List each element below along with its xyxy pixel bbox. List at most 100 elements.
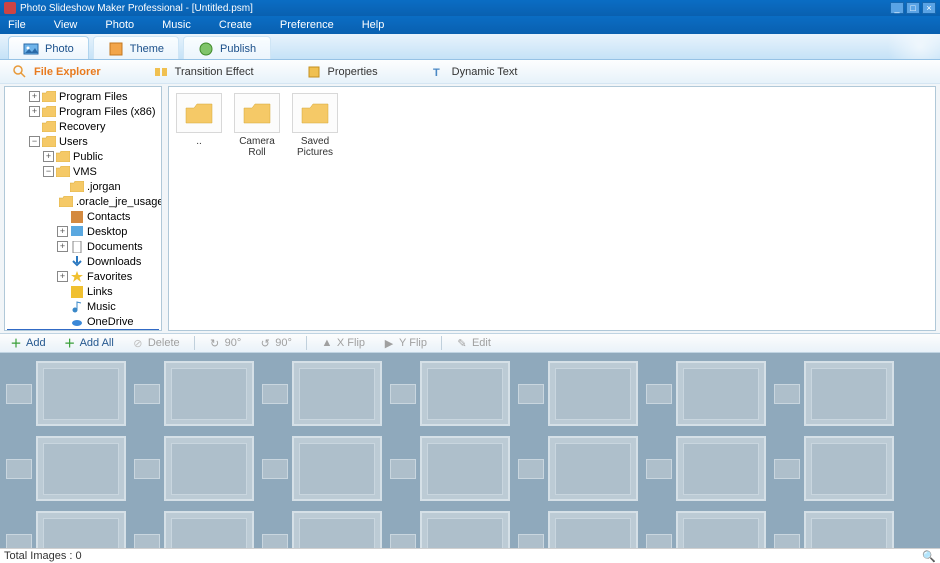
yflip-button[interactable]: ▶Y Flip [379, 337, 431, 349]
slide-placeholder [164, 436, 254, 501]
timeline-slot[interactable] [774, 361, 894, 426]
status-text: Total Images : 0 [4, 550, 82, 562]
timeline-slot[interactable] [390, 436, 510, 501]
rotate-left-button[interactable]: ↺90° [255, 337, 296, 349]
tab-publish-label: Publish [220, 43, 256, 55]
tree-jorgan[interactable]: .jorgan [7, 179, 159, 194]
slide-placeholder [548, 511, 638, 548]
subtab-file-explorer[interactable]: File Explorer [12, 64, 101, 80]
timeline-slot[interactable] [390, 511, 510, 548]
menu-help[interactable]: Help [362, 19, 385, 31]
separator [194, 336, 195, 350]
downloads-icon [70, 256, 84, 268]
maximize-button[interactable]: □ [906, 2, 920, 14]
menu-view[interactable]: View [54, 19, 78, 31]
slide-placeholder [676, 361, 766, 426]
folder-tree[interactable]: +Program Files +Program Files (x86) Reco… [4, 86, 162, 331]
transition-placeholder [134, 534, 160, 549]
tree-users[interactable]: −Users [7, 134, 159, 149]
folder-saved-pictures[interactable]: Saved Pictures [291, 93, 339, 158]
timeline[interactable] [0, 353, 940, 548]
timeline-slot[interactable] [518, 511, 638, 548]
tree-documents[interactable]: +Documents [7, 239, 159, 254]
menu-file[interactable]: File [8, 19, 26, 31]
timeline-slot[interactable] [134, 361, 254, 426]
tree-pictures[interactable]: −Pictures [7, 329, 159, 331]
add-all-button[interactable]: ＋Add All [60, 337, 118, 349]
timeline-slot[interactable] [262, 511, 382, 548]
slide-placeholder [36, 436, 126, 501]
tree-downloads[interactable]: Downloads [7, 254, 159, 269]
tree-program-files-x86[interactable]: +Program Files (x86) [7, 104, 159, 119]
timeline-slot[interactable] [646, 361, 766, 426]
tree-vms[interactable]: −VMS [7, 164, 159, 179]
timeline-slot[interactable] [134, 436, 254, 501]
subtab-file-explorer-label: File Explorer [34, 66, 101, 78]
tab-photo[interactable]: Photo [8, 36, 89, 60]
transition-placeholder [134, 384, 160, 404]
timeline-slot[interactable] [646, 436, 766, 501]
subtab-transition[interactable]: Transition Effect [153, 64, 254, 80]
timeline-slot[interactable] [262, 436, 382, 501]
tab-publish[interactable]: Publish [183, 36, 271, 60]
separator [306, 336, 307, 350]
timeline-slot[interactable] [6, 361, 126, 426]
tree-links[interactable]: Links [7, 284, 159, 299]
documents-icon [70, 241, 84, 253]
transition-placeholder [646, 459, 672, 479]
timeline-slot[interactable] [6, 436, 126, 501]
main-area: +Program Files +Program Files (x86) Reco… [0, 84, 940, 333]
tree-public[interactable]: +Public [7, 149, 159, 164]
edit-button[interactable]: ✎Edit [452, 337, 495, 349]
tree-program-files[interactable]: +Program Files [7, 89, 159, 104]
slide-placeholder [292, 436, 382, 501]
delete-button[interactable]: ⊘Delete [128, 337, 184, 349]
menu-preference[interactable]: Preference [280, 19, 334, 31]
timeline-slot[interactable] [6, 511, 126, 548]
tree-music[interactable]: Music [7, 299, 159, 314]
ribbon: Photo Theme Publish [0, 34, 940, 60]
folder-camera-roll[interactable]: Camera Roll [233, 93, 281, 158]
transition-placeholder [646, 384, 672, 404]
tree-favorites[interactable]: +Favorites [7, 269, 159, 284]
menu-photo[interactable]: Photo [105, 19, 134, 31]
timeline-slot[interactable] [518, 436, 638, 501]
rotate-right-button[interactable]: ↻90° [205, 337, 246, 349]
timeline-toolbar: ＋Add ＋Add All ⊘Delete ↻90° ↺90° ▲X Flip … [0, 333, 940, 353]
tree-recovery[interactable]: Recovery [7, 119, 159, 134]
edit-icon: ✎ [456, 337, 468, 349]
timeline-slot[interactable] [390, 361, 510, 426]
tree-contacts[interactable]: Contacts [7, 209, 159, 224]
menu-music[interactable]: Music [162, 19, 191, 31]
slide-placeholder [420, 361, 510, 426]
timeline-slot[interactable] [262, 361, 382, 426]
xflip-button[interactable]: ▲X Flip [317, 337, 369, 349]
transition-placeholder [262, 384, 288, 404]
timeline-slot[interactable] [646, 511, 766, 548]
menu-create[interactable]: Create [219, 19, 252, 31]
timeline-row [6, 511, 934, 548]
close-button[interactable]: × [922, 2, 936, 14]
tree-oracle[interactable]: .oracle_jre_usage [7, 194, 159, 209]
folder-up[interactable]: .. [175, 93, 223, 147]
minimize-button[interactable]: _ [890, 2, 904, 14]
add-button[interactable]: ＋Add [6, 337, 50, 349]
timeline-slot[interactable] [518, 361, 638, 426]
xflip-icon: ▲ [321, 337, 333, 349]
zoom-icon[interactable]: 🔍 [922, 550, 936, 563]
timeline-slot[interactable] [134, 511, 254, 548]
tab-theme[interactable]: Theme [93, 36, 179, 60]
slide-placeholder [676, 511, 766, 548]
subtab-properties[interactable]: Properties [306, 64, 378, 80]
tree-desktop[interactable]: +Desktop [7, 224, 159, 239]
timeline-slot[interactable] [774, 511, 894, 548]
transition-placeholder [518, 459, 544, 479]
tree-onedrive[interactable]: OneDrive [7, 314, 159, 329]
transition-placeholder [262, 534, 288, 549]
timeline-slot[interactable] [774, 436, 894, 501]
subtab-dynamic-text[interactable]: T Dynamic Text [430, 64, 518, 80]
transition-placeholder [6, 384, 32, 404]
slide-placeholder [804, 361, 894, 426]
status-bar: Total Images : 0 🔍 [0, 548, 940, 563]
delete-icon: ⊘ [132, 337, 144, 349]
